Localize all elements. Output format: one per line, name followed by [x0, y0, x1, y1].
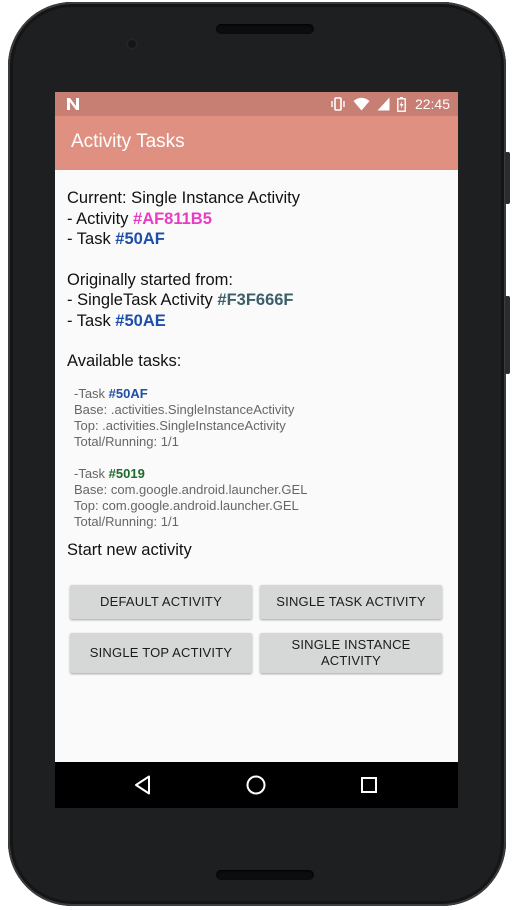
status-bar: 22:45	[55, 92, 458, 116]
notification-n-icon	[67, 98, 79, 110]
task-prefix: -Task	[74, 385, 109, 401]
origin-activity-prefix: - SingleTask Activity	[67, 291, 218, 309]
app-title: Activity Tasks	[71, 131, 185, 152]
current-heading: Current: Single Instance Activity	[67, 189, 300, 207]
task-item: -Task #5019 Base: com.google.android.lau…	[74, 466, 447, 530]
vibrate-icon	[331, 97, 345, 111]
origin-task-id: #50AE	[115, 311, 166, 330]
task-id: #50AF	[108, 385, 148, 401]
task-top: Top: .activities.SingleInstanceActivity	[74, 417, 286, 433]
single-instance-activity-button[interactable]: SINGLE INSTANCE ACTIVITY	[260, 633, 442, 673]
origin-task-prefix: - Task	[67, 311, 116, 330]
current-task-prefix: - Task	[67, 230, 116, 248]
single-top-activity-label: SINGLE TOP ACTIVITY	[89, 645, 233, 660]
bottom-speaker	[216, 870, 314, 880]
start-heading: Start new activity	[67, 540, 192, 559]
wifi-icon	[353, 97, 370, 111]
power-button	[505, 152, 510, 204]
volume-button	[505, 296, 510, 374]
current-activity-prefix: - Activity	[67, 209, 134, 228]
single-task-activity-label: SINGLE TASK ACTIVITY	[276, 594, 426, 609]
front-camera	[126, 38, 138, 50]
back-icon[interactable]	[132, 774, 154, 796]
origin-activity-line: - SingleTask Activity #F3F666F	[67, 290, 447, 311]
default-activity-button[interactable]: DEFAULT ACTIVITY	[70, 585, 252, 619]
single-task-activity-button[interactable]: SINGLE TASK ACTIVITY	[260, 585, 442, 619]
task-running: Total/Running: 1/1	[74, 433, 179, 449]
home-icon[interactable]	[245, 774, 267, 796]
task-title: -Task #5019	[74, 466, 447, 482]
battery-icon	[397, 96, 406, 112]
single-instance-activity-label-line1: SINGLE INSTANCE	[291, 637, 411, 652]
main-content: Current: Single Instance Activity - Acti…	[67, 188, 447, 560]
current-activity-line: - Activity #AF811B5	[67, 209, 447, 230]
task-base: Base: com.google.android.launcher.GEL	[74, 481, 308, 497]
task-title: -Task #50AF	[74, 386, 447, 402]
screen: 22:45 Activity Tasks Current: Single Ins…	[55, 92, 458, 808]
status-time: 22:45	[414, 96, 450, 112]
single-top-activity-button[interactable]: SINGLE TOP ACTIVITY	[70, 633, 252, 673]
current-task-line: - Task #50AF	[67, 229, 447, 250]
origin-task-line: - Task #50AE	[67, 311, 447, 332]
task-list: -Task #50AF Base: .activities.SingleInst…	[67, 386, 447, 530]
app-bar: Activity Tasks	[55, 116, 458, 170]
single-instance-activity-label-line2: ACTIVITY	[320, 653, 382, 668]
current-activity-id: #AF811B5	[133, 209, 212, 228]
recents-icon[interactable]	[358, 774, 380, 796]
task-running: Total/Running: 1/1	[74, 513, 179, 529]
origin-heading: Originally started from:	[67, 270, 233, 289]
task-item: -Task #50AF Base: .activities.SingleInst…	[74, 386, 447, 450]
available-heading: Available tasks:	[67, 352, 182, 370]
default-activity-label: DEFAULT ACTIVITY	[100, 594, 222, 609]
origin-activity-id: #F3F666F	[217, 291, 294, 309]
task-base: Base: .activities.SingleInstanceActivity	[74, 401, 295, 417]
navigation-bar	[55, 762, 458, 808]
task-id: #5019	[108, 465, 145, 481]
current-task-id: #50AF	[115, 230, 165, 248]
earpiece-speaker	[216, 24, 314, 34]
signal-icon	[377, 97, 390, 111]
task-top: Top: com.google.android.launcher.GEL	[74, 497, 299, 513]
task-prefix: -Task	[74, 465, 109, 481]
